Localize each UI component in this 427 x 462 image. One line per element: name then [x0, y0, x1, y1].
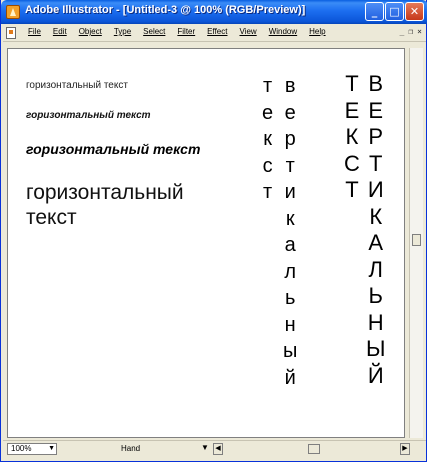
vertical-char: Н	[367, 309, 384, 335]
vertical-char: И	[367, 177, 384, 202]
vertical-char: к	[263, 128, 272, 150]
vertical-char: т	[262, 75, 273, 97]
horizontal-text-large-line2: текст	[26, 206, 77, 229]
vertical-char: т	[285, 154, 295, 177]
vertical-char: Т	[345, 177, 359, 202]
vertical-char: е	[284, 101, 296, 124]
vertical-char: К	[369, 203, 383, 229]
vertical-char: н	[284, 313, 296, 336]
menu-bar: File Edit Object Type Select Filter Effe…	[3, 24, 426, 42]
doc-close-button[interactable]: ×	[417, 27, 422, 36]
vertical-char: т	[262, 181, 273, 203]
maximize-button[interactable]: □	[385, 2, 404, 21]
vertical-char: в	[284, 75, 296, 97]
vertical-char: К	[345, 124, 359, 149]
horizontal-text-large-line1: горизонтальный	[26, 181, 184, 204]
minimize-button[interactable]: _	[365, 2, 384, 21]
vertical-scrollbar[interactable]	[409, 48, 423, 438]
document-icon[interactable]	[6, 27, 16, 39]
window-title: Adobe Illustrator - [Untitled-3 @ 100% (…	[25, 4, 306, 16]
vertical-char: Л	[368, 256, 383, 282]
menu-file[interactable]: File	[28, 27, 41, 36]
title-bar[interactable]: Adobe Illustrator - [Untitled-3 @ 100% (…	[1, 0, 427, 24]
vertical-char: й	[284, 366, 296, 389]
menu-select[interactable]: Select	[143, 27, 165, 36]
vertical-text-lower-col2[interactable]: в е р т и к а л ь н ы й	[283, 73, 297, 391]
vertical-char: р	[284, 128, 296, 150]
status-bar: 100% ▼ Hand ▼ ◀ ▶	[3, 440, 426, 456]
vertical-char: Т	[345, 71, 359, 96]
vertical-char: С	[344, 150, 360, 176]
vertical-char: Е	[344, 97, 360, 123]
vertical-char: с	[262, 154, 273, 177]
vertical-char: Р	[368, 124, 384, 149]
vertical-char: л	[284, 260, 297, 283]
horizontal-text-large[interactable]: горизонтальный текст	[26, 180, 184, 230]
vertical-char: А	[368, 230, 384, 255]
vertical-char: Ь	[368, 283, 383, 308]
document-window-controls: _ ❐ ×	[400, 27, 422, 36]
menu-window[interactable]: Window	[269, 27, 297, 36]
vertical-char: к	[285, 207, 295, 230]
menu-filter[interactable]: Filter	[177, 27, 195, 36]
vertical-char: и	[284, 181, 296, 203]
zoom-select[interactable]: 100% ▼	[7, 443, 57, 455]
artboard[interactable]: горизонтальный текст горизонтальный текс…	[7, 48, 405, 438]
horizontal-text-bold-italic[interactable]: горизонтальный текст	[26, 141, 200, 157]
illustrator-app-icon[interactable]	[6, 5, 20, 19]
doc-minimize-button[interactable]: _	[400, 27, 405, 36]
zoom-value: 100%	[11, 444, 32, 453]
doc-restore-button[interactable]: ❐	[408, 27, 413, 36]
vertical-char: е	[262, 101, 274, 124]
horizontal-text-bold-italic-small[interactable]: горизонтальный текст	[26, 110, 151, 121]
vertical-char: Е	[368, 97, 384, 123]
vertical-text-upper-col2[interactable]: В Е Р Т И К А Л Ь Н Ы Й	[366, 71, 385, 389]
vertical-char: а	[284, 234, 296, 256]
menu-type[interactable]: Type	[114, 27, 131, 36]
scroll-left-arrow-icon[interactable]: ◀	[213, 443, 223, 455]
vertical-char: ь	[284, 287, 296, 309]
horizontal-scroll-thumb[interactable]	[308, 444, 320, 454]
menu-object[interactable]: Object	[79, 27, 102, 36]
chevron-down-icon[interactable]: ▼	[48, 445, 55, 453]
status-tool-label: Hand	[121, 444, 141, 453]
app-window: Adobe Illustrator - [Untitled-3 @ 100% (…	[0, 0, 427, 462]
close-button[interactable]: ✕	[405, 2, 424, 21]
vertical-char: Т	[369, 150, 383, 176]
menu-edit[interactable]: Edit	[53, 27, 67, 36]
vertical-text-upper-col1[interactable]: Т Е К С Т	[344, 71, 360, 204]
menu-help[interactable]: Help	[309, 27, 325, 36]
menu-items: File Edit Object Type Select Filter Effe…	[28, 27, 326, 36]
menu-view[interactable]: View	[239, 27, 256, 36]
status-menu-arrow-icon[interactable]: ▼	[201, 443, 209, 452]
vertical-char: В	[368, 71, 384, 96]
vertical-char: Й	[367, 362, 384, 388]
vertical-char: ы	[283, 340, 298, 362]
vertical-text-lower-col1[interactable]: т е к с т	[262, 73, 273, 206]
vertical-scroll-thumb[interactable]	[412, 234, 421, 246]
vertical-char: Ы	[366, 336, 386, 361]
scroll-right-arrow-icon[interactable]: ▶	[400, 443, 410, 455]
horizontal-text-small[interactable]: горизонтальный текст	[26, 80, 128, 91]
menu-effect[interactable]: Effect	[207, 27, 227, 36]
